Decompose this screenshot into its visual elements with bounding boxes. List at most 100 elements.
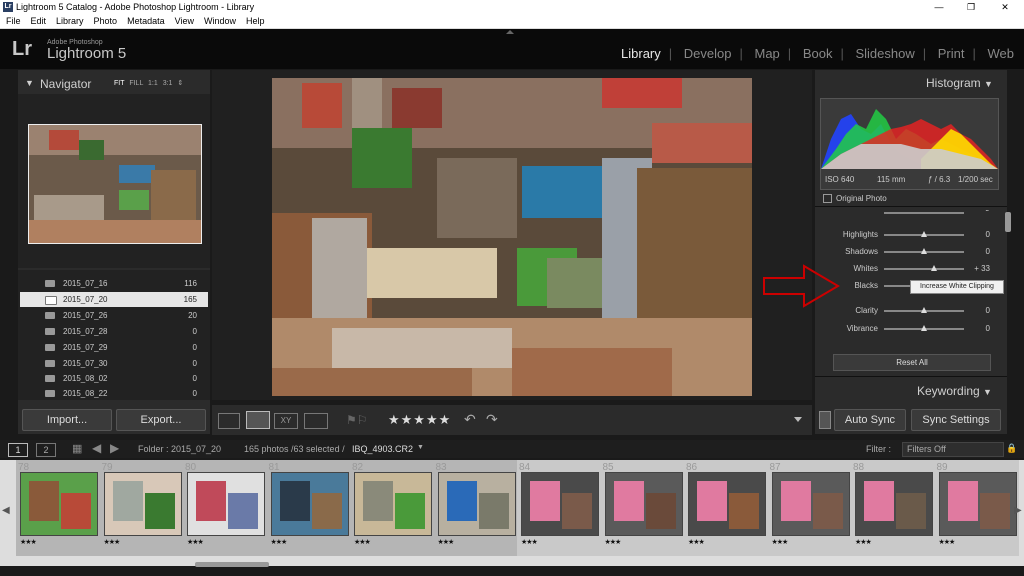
slider-vibrance[interactable]: Vibrance 0 xyxy=(830,322,1000,336)
module-print[interactable]: Print xyxy=(938,46,965,61)
filmstrip-thumbnail[interactable]: 87 ★★★ xyxy=(767,460,852,556)
collapse-triangle-icon[interactable]: ▼ xyxy=(984,79,993,89)
menu-window[interactable]: Window xyxy=(200,14,240,28)
checkbox-icon[interactable] xyxy=(823,194,832,204)
menu-metadata[interactable]: Metadata xyxy=(123,14,169,28)
survey-view-icon[interactable] xyxy=(304,413,328,429)
slider-clarity[interactable]: Clarity 0 xyxy=(830,304,1000,318)
grid-icon[interactable]: ▦ xyxy=(72,442,82,455)
thumbnail-image xyxy=(938,472,1017,536)
filmstrip-thumbnail[interactable]: 85 ★★★ xyxy=(600,460,685,556)
import-button[interactable]: Import... xyxy=(22,409,112,431)
rotate-right-icon[interactable]: ↷ xyxy=(486,411,498,428)
minimize-icon[interactable]: — xyxy=(924,0,954,14)
menu-file[interactable]: File xyxy=(2,14,25,28)
compare-view-icon[interactable]: XY xyxy=(274,413,298,429)
auto-sync-switch[interactable] xyxy=(819,411,831,429)
filmstrip-thumbnail[interactable]: 82 ★★★ xyxy=(350,460,434,556)
filmstrip-thumbnail[interactable]: 79 ★★★ xyxy=(99,460,184,556)
collapse-triangle-icon[interactable]: ▼ xyxy=(983,387,992,397)
filmstrip-thumbnail[interactable]: 78 ★★★ xyxy=(16,460,100,556)
folder-item[interactable]: 2015_07_30 0 xyxy=(20,356,208,371)
module-library[interactable]: Library xyxy=(621,46,661,61)
reset-all-button[interactable]: Reset All xyxy=(833,354,991,371)
filmstrip-thumbnail[interactable]: 88 ★★★ xyxy=(851,460,935,556)
selected-filename[interactable]: IBQ_4903.CR2 xyxy=(352,444,413,454)
panel-scrollbar[interactable] xyxy=(1005,212,1011,232)
primary-window-button[interactable]: 1 xyxy=(8,443,28,457)
module-develop[interactable]: Develop xyxy=(684,46,732,61)
lightroom-app-icon: Lr xyxy=(3,2,13,12)
zoom-fit[interactable]: FIT xyxy=(114,80,124,87)
folder-item-selected[interactable]: 2015_07_20 165 xyxy=(20,292,208,307)
slider-value[interactable]: 0 xyxy=(986,230,990,239)
filmstrip-thumbnail[interactable]: 89 ★★★ xyxy=(934,460,1019,556)
sync-settings-button[interactable]: Sync Settings xyxy=(911,409,1001,431)
auto-sync-button[interactable]: Auto Sync xyxy=(834,409,906,431)
filename-dropdown-icon[interactable]: ▼ xyxy=(417,444,424,451)
grid-view-icon[interactable] xyxy=(218,413,240,429)
folder-item[interactable]: 2015_07_28 0 xyxy=(20,324,208,339)
slider-thumb[interactable] xyxy=(921,325,927,331)
original-photo-checkbox[interactable]: Original Photo xyxy=(823,194,887,204)
main-photo[interactable] xyxy=(272,78,752,396)
slider-value[interactable]: 0 xyxy=(986,306,990,315)
menu-edit[interactable]: Edit xyxy=(27,14,51,28)
star-rating[interactable]: ★★★★★ xyxy=(388,412,451,428)
secondary-window-button[interactable]: 2 xyxy=(36,443,56,457)
top-panel-toggle-icon[interactable] xyxy=(506,30,514,34)
navigator-preview[interactable] xyxy=(28,124,202,244)
folder-item[interactable]: 2015_07_29 0 xyxy=(20,340,208,355)
slider-thumb[interactable] xyxy=(921,231,927,237)
slider-whites[interactable]: Whites + 33 xyxy=(830,262,1000,276)
filmstrip-thumbnail[interactable]: 83 ★★★ xyxy=(433,460,518,556)
filmstrip-thumbnail[interactable]: 86 ★★★ xyxy=(684,460,768,556)
zoom-3-1[interactable]: 3:1 xyxy=(163,80,173,87)
forward-arrow-icon[interactable]: ▶ xyxy=(110,441,119,455)
loupe-view-icon[interactable] xyxy=(246,411,270,429)
module-book[interactable]: Book xyxy=(803,46,833,61)
menu-photo[interactable]: Photo xyxy=(90,14,122,28)
filter-select[interactable]: Filters Off xyxy=(902,442,1004,457)
close-icon[interactable]: ✕ xyxy=(990,0,1020,14)
menu-library[interactable]: Library xyxy=(52,14,88,28)
filmstrip-scrollbar[interactable] xyxy=(195,562,269,567)
module-map[interactable]: Map xyxy=(755,46,780,61)
slider-value[interactable]: + 33 xyxy=(974,264,990,273)
slider-value[interactable]: 0 xyxy=(986,324,990,333)
zoom-1-1[interactable]: 1:1 xyxy=(148,80,158,87)
module-web[interactable]: Web xyxy=(988,46,1015,61)
maximize-icon[interactable]: ❐ xyxy=(956,0,986,14)
slider-value[interactable]: 0 xyxy=(986,247,990,256)
folder-item[interactable]: 2015_08_02 0 xyxy=(20,371,208,386)
filmstrip-thumbnail[interactable]: 84 ★★★ xyxy=(517,460,601,556)
slider-thumb[interactable] xyxy=(921,307,927,313)
back-arrow-icon[interactable]: ◀ xyxy=(92,441,101,455)
lock-icon[interactable]: 🔒 xyxy=(1006,443,1017,454)
filmstrip-right-arrow-icon[interactable]: ▶ xyxy=(1014,505,1022,516)
zoom-stepper-icon[interactable]: ⇕ xyxy=(177,80,183,87)
collapse-triangle-icon[interactable]: ▼ xyxy=(25,78,34,88)
filmstrip-thumbnail[interactable]: 80 ★★★ xyxy=(183,460,267,556)
slider-track[interactable] xyxy=(884,268,964,270)
keywording-header[interactable]: Keywording ▼ xyxy=(917,384,992,398)
menu-view[interactable]: View xyxy=(171,14,198,28)
slider-thumb[interactable] xyxy=(921,248,927,254)
folder-item[interactable]: 2015_07_26 20 xyxy=(20,308,208,323)
navigator-header[interactable]: ▼ Navigator FIT FILL 1:1 3:1 ⇕ xyxy=(18,70,210,94)
zoom-fill[interactable]: FILL xyxy=(129,80,143,87)
menu-help[interactable]: Help xyxy=(242,14,269,28)
histogram-header[interactable]: Histogram ▼ xyxy=(926,76,993,90)
slider-shadows[interactable]: Shadows 0 xyxy=(830,245,1000,259)
rotate-left-icon[interactable]: ↶ xyxy=(464,411,476,428)
folder-item[interactable]: 2015_07_16 116 xyxy=(20,276,208,291)
export-button[interactable]: Export... xyxy=(116,409,206,431)
flag-icon[interactable]: ⚑⚐ xyxy=(346,413,368,427)
slider-highlights[interactable]: Highlights 0 xyxy=(830,228,1000,242)
filmstrip-thumbnail[interactable]: 81 ★★★ xyxy=(266,460,351,556)
slider-thumb[interactable] xyxy=(930,265,937,271)
toolbar-options-icon[interactable] xyxy=(794,417,802,422)
module-slideshow[interactable]: Slideshow xyxy=(855,46,914,61)
folder-item[interactable]: 2015_08_22 0 xyxy=(20,386,208,401)
filmstrip-left-arrow-icon[interactable]: ◀ xyxy=(2,505,10,516)
